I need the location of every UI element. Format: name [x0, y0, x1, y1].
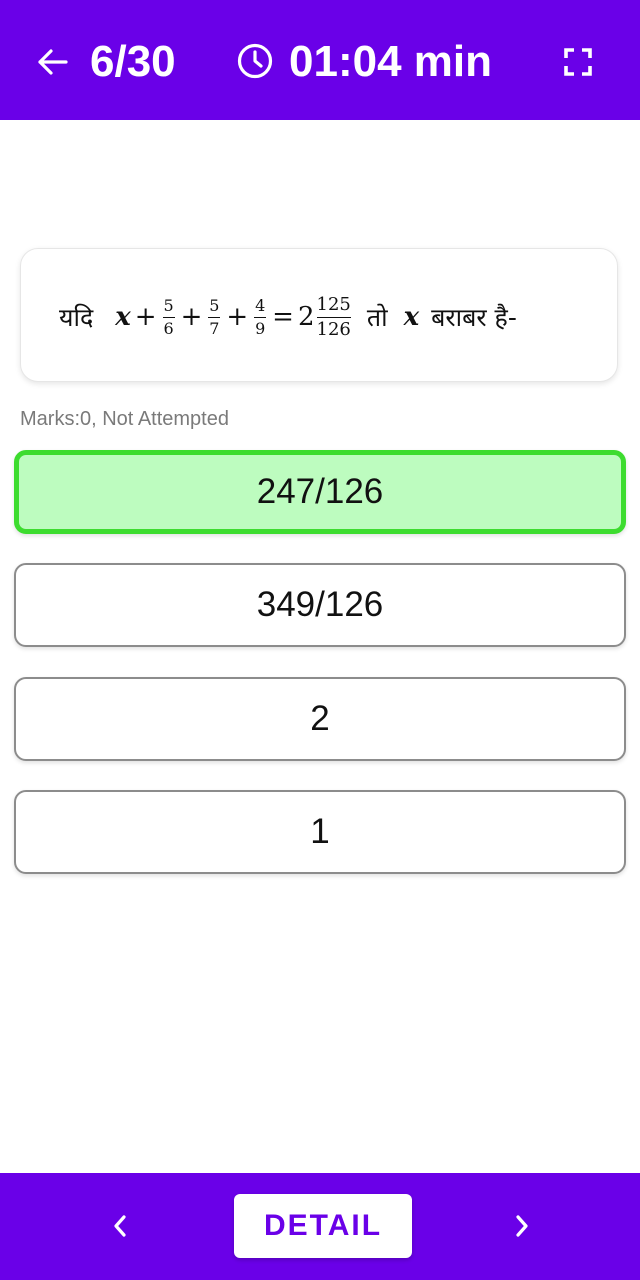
timer-text: 01:04 min — [289, 37, 492, 86]
question-middle: तो — [366, 303, 388, 332]
question-text: यदि x + 5 6 + 5 7 + 4 9 = 2 125 126 तो x… — [59, 279, 517, 355]
chevron-left-icon — [114, 1215, 126, 1237]
mixed-fraction: 125 126 — [316, 293, 351, 340]
fraction: 4 9 — [254, 295, 267, 338]
option-4[interactable]: 1 — [14, 790, 626, 874]
back-button[interactable] — [30, 40, 74, 84]
fraction: 5 7 — [208, 295, 221, 338]
denominator: 7 — [209, 318, 220, 338]
question-variable: x — [403, 302, 420, 332]
next-button[interactable] — [502, 1203, 542, 1249]
fullscreen-icon — [564, 48, 592, 76]
fullscreen-button[interactable] — [560, 44, 596, 80]
equals-sign: = — [272, 302, 294, 332]
bottom-bar: DETAIL — [0, 1173, 640, 1280]
marks-status: Marks:0, Not Attempted — [20, 408, 229, 430]
option-1[interactable]: 247/126 — [14, 450, 626, 534]
plus-sign: + — [226, 302, 249, 332]
arrow-left-icon — [38, 49, 68, 75]
plus-sign: + — [134, 302, 157, 332]
question-counter: 6/30 — [90, 37, 176, 86]
denominator: 9 — [255, 318, 266, 338]
numerator: 125 — [316, 293, 351, 315]
question-variable: x — [115, 302, 131, 332]
top-bar: 6/30 01:04 min — [0, 0, 640, 120]
question-prefix: यदि — [59, 303, 94, 332]
plus-sign: + — [180, 302, 203, 332]
question-card: यदि x + 5 6 + 5 7 + 4 9 = 2 125 126 तो x… — [20, 248, 618, 382]
numerator: 4 — [255, 295, 266, 315]
question-suffix: बराबर है- — [431, 303, 517, 332]
numerator: 5 — [163, 295, 174, 315]
fraction: 5 6 — [162, 295, 175, 338]
detail-button[interactable]: DETAIL — [234, 1194, 412, 1258]
previous-button[interactable] — [100, 1203, 140, 1249]
option-2[interactable]: 349/126 — [14, 563, 626, 647]
whole-number: 2 — [297, 302, 315, 332]
option-3[interactable]: 2 — [14, 677, 626, 761]
clock-icon — [237, 43, 273, 79]
denominator: 126 — [316, 318, 351, 340]
chevron-right-icon — [516, 1215, 528, 1237]
denominator: 6 — [163, 318, 174, 338]
numerator: 5 — [209, 295, 220, 315]
